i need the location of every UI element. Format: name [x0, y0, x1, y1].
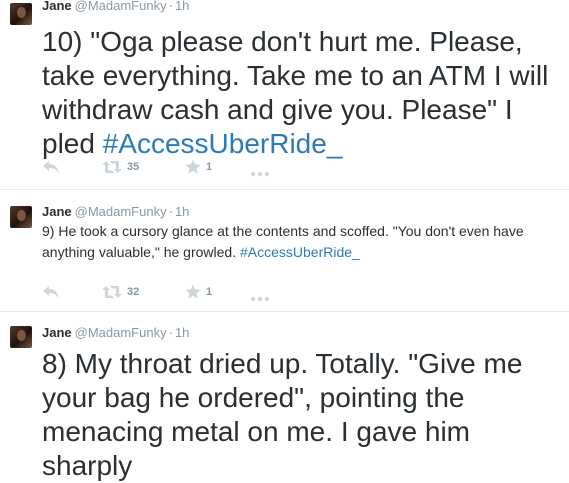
author-handle[interactable]: @MadamFunky [75, 0, 167, 13]
tweet-text: 10) "Oga please don't hurt me. Please, t… [42, 25, 561, 161]
hashtag-link[interactable]: #AccessUberRide_ [240, 244, 360, 260]
author-name[interactable]: Jane [42, 0, 72, 13]
retweet-icon[interactable] [102, 285, 122, 299]
avatar[interactable] [10, 206, 32, 228]
tweet-timestamp[interactable]: 1h [175, 204, 189, 219]
separator-dot: · [168, 204, 173, 219]
tweet-item[interactable]: Jane @MadamFunky · 1h 8) My throat dried up… [0, 312, 569, 481]
author-name[interactable]: Jane [42, 325, 72, 340]
more-dots-icon[interactable] [250, 164, 270, 177]
tweet-body: 8) My throat dried up. Totally. "Give me… [42, 348, 523, 481]
tweet-actions: 35 1 [42, 157, 270, 177]
reply-icon[interactable] [42, 160, 60, 174]
hashtag-link[interactable]: #AccessUberRide_ [103, 128, 343, 159]
tweet-text: 9) He took a cursory glance at the conte… [42, 221, 561, 263]
tweet-timestamp[interactable]: 1h [175, 0, 189, 13]
tweet-actions: 32 1 [42, 282, 270, 302]
favorite-count[interactable]: 1 [206, 286, 212, 298]
retweet-count[interactable]: 35 [127, 161, 147, 173]
tweet-item[interactable]: Jane @MadamFunky · 1h 10) "Oga please don't… [0, 0, 569, 190]
tweet-header: Jane @MadamFunky · 1h [42, 204, 189, 219]
tweet-feed: Jane @MadamFunky · 1h 10) "Oga please don't… [0, 0, 569, 481]
avatar[interactable] [10, 3, 32, 25]
separator-dot: · [168, 0, 173, 13]
tweet-header: Jane @MadamFunky · 1h [42, 325, 189, 340]
tweet-text: 8) My throat dried up. Totally. "Give me… [42, 347, 561, 483]
avatar[interactable] [10, 326, 32, 348]
tweet-header: Jane @MadamFunky · 1h [42, 0, 189, 13]
tweet-item[interactable]: Jane @MadamFunky · 1h 9) He took a cursory … [0, 190, 569, 312]
reply-icon[interactable] [42, 285, 60, 299]
separator-dot: · [168, 325, 173, 340]
star-icon[interactable] [185, 284, 201, 300]
star-icon[interactable] [185, 159, 201, 175]
retweet-icon[interactable] [102, 160, 122, 174]
author-handle[interactable]: @MadamFunky [75, 325, 167, 340]
author-name[interactable]: Jane [42, 204, 72, 219]
more-dots-icon[interactable] [250, 289, 270, 302]
retweet-count[interactable]: 32 [127, 286, 147, 298]
tweet-timestamp[interactable]: 1h [175, 325, 189, 340]
author-handle[interactable]: @MadamFunky [75, 204, 167, 219]
favorite-count[interactable]: 1 [206, 161, 212, 173]
